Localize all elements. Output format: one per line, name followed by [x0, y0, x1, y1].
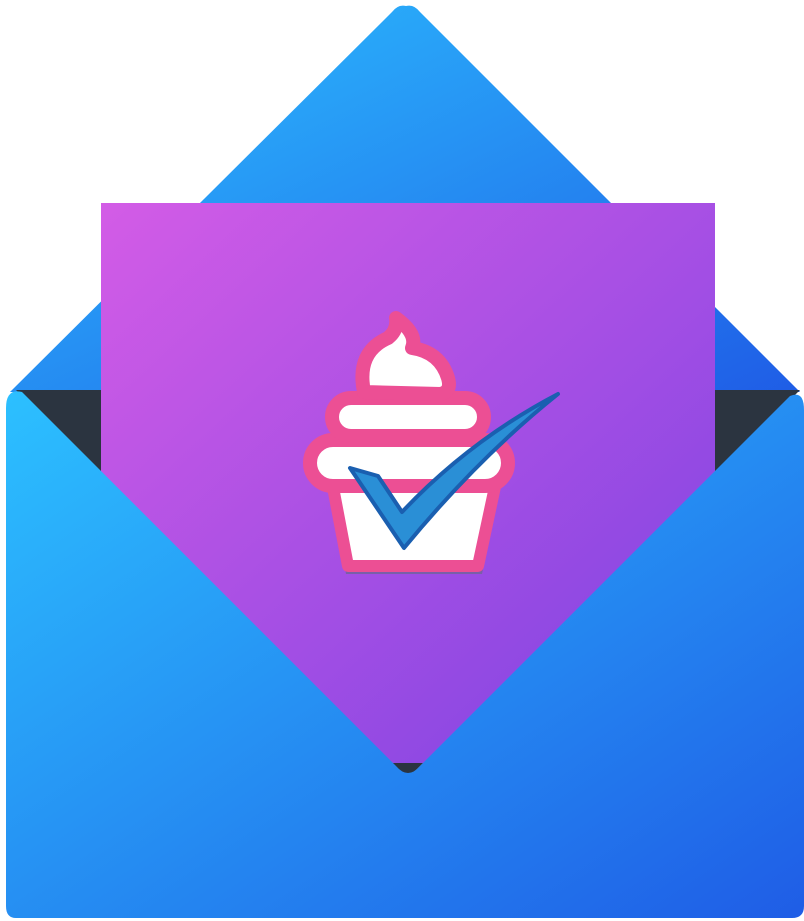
- app-icon-canvas: [0, 0, 804, 921]
- envelope-app-icon: [6, 5, 804, 918]
